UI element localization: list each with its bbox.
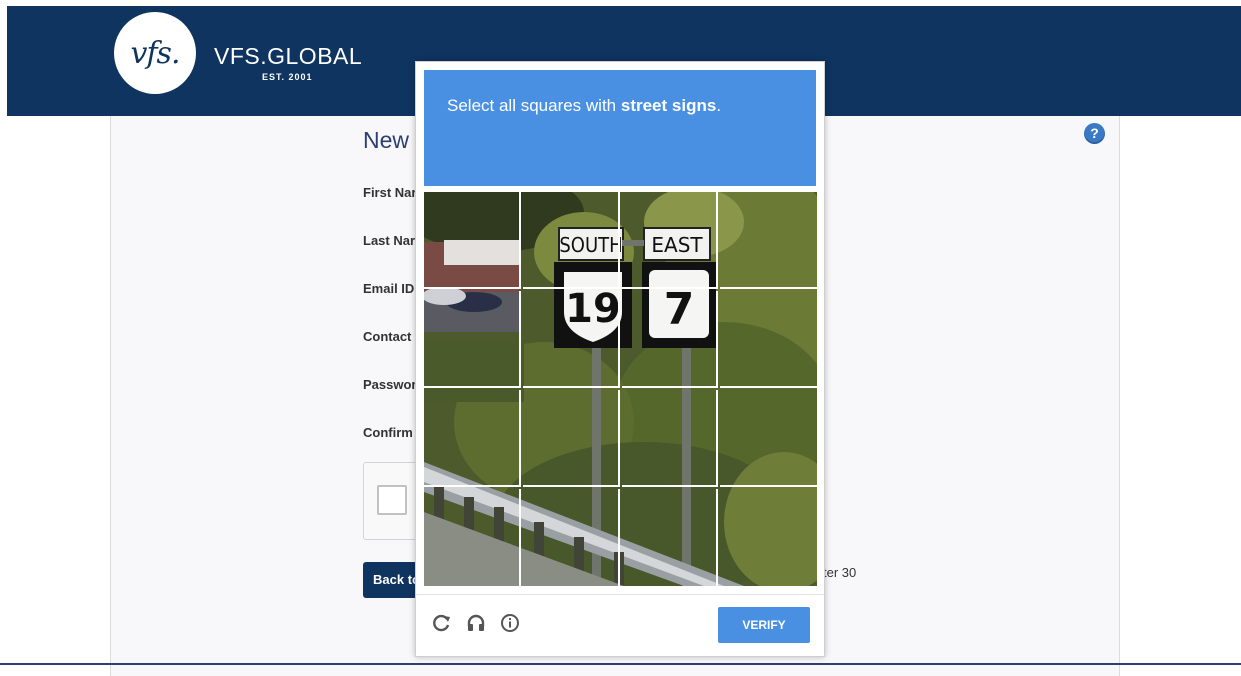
captcha-tile[interactable] [720, 291, 817, 388]
instruction-prefix: Select all squares with [447, 96, 621, 115]
label-password: Passwor [363, 377, 417, 392]
vfs-logo[interactable]: vfs. [114, 12, 196, 94]
captcha-tile[interactable] [424, 192, 521, 289]
page-title: New [363, 127, 410, 153]
brand-established: EST. 2001 [262, 72, 313, 82]
captcha-header: Select all squares with street signs. [424, 70, 816, 186]
label-confirm: Confirm [363, 425, 413, 440]
captcha-tile[interactable] [522, 291, 620, 388]
captcha-tile[interactable] [424, 291, 521, 388]
captcha-tile[interactable] [522, 390, 620, 487]
captcha-tile[interactable] [522, 192, 620, 289]
captcha-tile[interactable] [720, 390, 817, 487]
verify-button[interactable]: VERIFY [718, 607, 810, 643]
captcha-tile[interactable] [523, 489, 620, 586]
captcha-tile[interactable] [621, 390, 719, 487]
captcha-tile[interactable] [424, 489, 521, 586]
help-icon[interactable]: ? [1084, 123, 1105, 144]
captcha-tile[interactable] [621, 192, 719, 289]
label-email: Email ID [363, 281, 415, 296]
instruction-target: street signs [620, 96, 717, 115]
instruction-suffix: . [716, 96, 722, 115]
label-first-name: First Nar [363, 185, 417, 200]
recaptcha-checkbox[interactable] [377, 485, 407, 515]
info-icon[interactable] [498, 613, 522, 637]
captcha-tile[interactable] [720, 489, 817, 586]
captcha-tile[interactable] [621, 291, 719, 388]
headphones-icon[interactable] [464, 613, 488, 637]
captcha-tile[interactable] [424, 390, 521, 487]
captcha-tile[interactable] [622, 489, 719, 586]
captcha-tile[interactable] [720, 192, 817, 289]
label-last-name: Last Nar [363, 233, 416, 248]
captcha-dialog: Select all squares with street signs. SO… [415, 61, 825, 657]
captcha-tile-grid [424, 192, 817, 586]
reload-icon[interactable] [430, 613, 454, 637]
captcha-instruction: Select all squares with street signs. [447, 96, 721, 116]
captcha-footer: VERIFY [416, 594, 824, 657]
brand-name: VFS.GLOBAL [214, 43, 363, 69]
form-side-text: ter 30 [823, 565, 857, 580]
label-contact: Contact [363, 329, 412, 344]
logo-mark: vfs. [130, 35, 181, 71]
